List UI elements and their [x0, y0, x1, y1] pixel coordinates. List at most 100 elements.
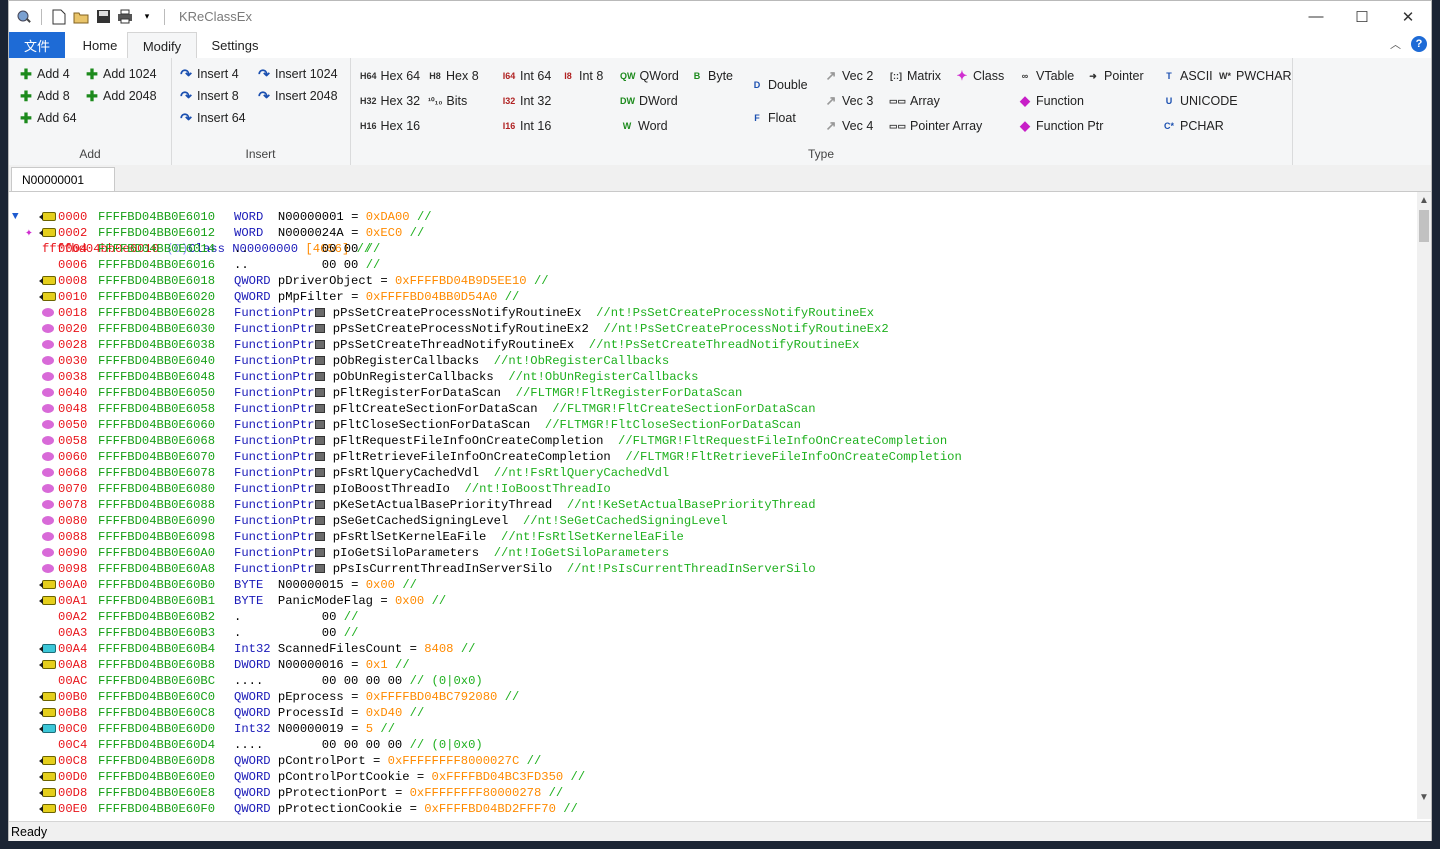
node-name[interactable]: pEprocess — [278, 690, 344, 704]
add-4-button[interactable]: ✚ Add 4 — [19, 64, 70, 84]
node-name[interactable]: pFltRetrieveFileInfoOnCreateCompletion — [333, 450, 611, 464]
insert-64-button[interactable]: ↷ Insert 64 — [179, 108, 246, 128]
pwchar-button[interactable]: W* PWCHAR — [1218, 66, 1292, 86]
node-value[interactable]: 0x1 — [366, 658, 388, 672]
node-name[interactable]: pPsSetCreateProcessNotifyRoutineEx — [333, 306, 582, 320]
new-file-icon[interactable] — [50, 8, 68, 26]
node-comment[interactable]: // — [527, 754, 542, 768]
node-name[interactable]: pObUnRegisterCallbacks — [333, 370, 494, 384]
code-preview-icon[interactable] — [315, 468, 326, 477]
node-comment[interactable]: // — [549, 786, 564, 800]
pointer-array-button[interactable]: ▭▭ Pointer Array — [889, 116, 982, 136]
int-16-button[interactable]: I16 Int 16 — [502, 116, 552, 136]
node-name[interactable]: pPsSetCreateProcessNotifyRoutineEx2 — [333, 322, 589, 336]
node-comment[interactable]: //FLTMGR!FltRetrieveFileInfoOnCreateComp… — [625, 450, 961, 464]
node-value[interactable]: 0xFFFFBD04BC792080 — [366, 690, 498, 704]
node-name[interactable]: 00 00 — [278, 242, 359, 256]
node-name[interactable]: pProtectionPort — [278, 786, 388, 800]
hex-8-button[interactable]: H8 Hex 8 — [428, 66, 478, 86]
word-button[interactable]: W Word — [620, 116, 668, 136]
hex-16-button[interactable]: H16 Hex 16 — [360, 116, 420, 136]
node-name[interactable]: pIoBoostThreadIo — [333, 482, 450, 496]
node-comment[interactable]: //FLTMGR!FltRegisterForDataScan — [516, 386, 743, 400]
pchar-button[interactable]: C* PCHAR — [1162, 116, 1224, 136]
double-button[interactable]: D Double — [750, 75, 808, 95]
add-1024-button[interactable]: ✚ Add 1024 — [85, 64, 156, 84]
node-comment[interactable]: // — [534, 274, 549, 288]
node-name[interactable]: pPsSetCreateThreadNotifyRoutineEx — [333, 338, 574, 352]
node-comment[interactable]: //nt!IoBoostThreadIo — [464, 482, 610, 496]
scroll-up-icon[interactable]: ▲ — [1417, 194, 1431, 208]
byte-button[interactable]: B Byte — [690, 66, 733, 86]
node-name[interactable]: N00000016 — [278, 658, 344, 672]
node-value[interactable]: 8408 — [424, 642, 453, 656]
hex-64-button[interactable]: H64 Hex 64 — [360, 66, 420, 86]
node-value[interactable]: 0xD40 — [366, 706, 403, 720]
tab-file[interactable]: 文件 — [9, 32, 65, 58]
code-preview-icon[interactable] — [315, 500, 326, 509]
node-name[interactable]: PanicModeFlag — [278, 594, 373, 608]
node-comment[interactable]: // — [380, 722, 395, 736]
function-button[interactable]: ◆ Function — [1018, 91, 1084, 111]
node-comment[interactable]: //FLTMGR!FltCloseSectionForDataScan — [545, 418, 801, 432]
node-comment[interactable]: // — [563, 802, 578, 816]
int-64-button[interactable]: I64 Int 64 — [502, 66, 552, 86]
node-comment[interactable]: // — [417, 210, 432, 224]
insert-4-button[interactable]: ↷ Insert 4 — [179, 64, 239, 84]
node-value[interactable]: 0xFFFFBD04B9D5EE10 — [395, 274, 527, 288]
code-preview-icon[interactable] — [315, 404, 326, 413]
node-comment[interactable]: //nt!FsRtlSetKernelEaFile — [501, 530, 684, 544]
bits-button[interactable]: ¹⁰₁₀ Bits — [428, 91, 467, 111]
node-name[interactable]: N00000019 — [278, 722, 344, 736]
node-name[interactable]: pFsRtlQueryCachedVdl — [333, 466, 479, 480]
node-name[interactable]: pFsRtlSetKernelEaFile — [333, 530, 487, 544]
code-preview-icon[interactable] — [315, 436, 326, 445]
node-name[interactable]: pProtectionCookie — [278, 802, 402, 816]
help-icon[interactable]: ? — [1411, 36, 1427, 52]
node-comment[interactable]: // (0|0x0) — [410, 738, 483, 752]
node-name[interactable]: N00000015 — [278, 578, 344, 592]
add-64-button[interactable]: ✚ Add 64 — [19, 108, 77, 128]
minimize-button[interactable]: — — [1293, 1, 1339, 32]
node-value[interactable]: 5 — [366, 722, 373, 736]
print-icon[interactable] — [116, 8, 134, 26]
qword-button[interactable]: QW QWord — [620, 66, 679, 86]
node-comment[interactable]: //nt!KeSetActualBasePriorityThread — [567, 498, 816, 512]
scroll-down-icon[interactable]: ▼ — [1417, 791, 1431, 805]
code-preview-icon[interactable] — [315, 452, 326, 461]
code-preview-icon[interactable] — [315, 484, 326, 493]
node-value[interactable]: 0x00 — [366, 578, 395, 592]
node-comment[interactable]: //FLTMGR!FltRequestFileInfoOnCreateCompl… — [618, 434, 947, 448]
customize-qat-icon[interactable]: ▾ — [138, 8, 156, 26]
float-button[interactable]: F Float — [750, 108, 796, 128]
vertical-scrollbar[interactable]: ▲ ▼ — [1417, 192, 1431, 819]
node-name[interactable]: 00 00 — [278, 258, 359, 272]
save-icon[interactable] — [94, 8, 112, 26]
add-2048-button[interactable]: ✚ Add 2048 — [85, 86, 156, 106]
code-preview-icon[interactable] — [315, 420, 326, 429]
node-value[interactable]: 0xFFFFFFFF80000278 — [410, 786, 542, 800]
node-name[interactable]: pFltCloseSectionForDataScan — [333, 418, 530, 432]
class-view[interactable]: ▼ ✦ ffffbd04bb0e6010 (0)Class N00000000 … — [9, 192, 1418, 819]
node-comment[interactable]: // — [410, 706, 425, 720]
code-preview-icon[interactable] — [315, 324, 326, 333]
close-button[interactable]: ✕ — [1385, 1, 1431, 32]
node-comment[interactable]: // — [366, 242, 381, 256]
code-preview-icon[interactable] — [315, 372, 326, 381]
node-comment[interactable]: // — [461, 642, 476, 656]
node-name[interactable]: pFltRegisterForDataScan — [333, 386, 501, 400]
node-comment[interactable]: //FLTMGR!FltCreateSectionForDataScan — [552, 402, 815, 416]
node-value[interactable]: 0xFFFFBD04BC3FD350 — [432, 770, 564, 784]
scroll-thumb[interactable] — [1419, 210, 1429, 242]
node-name[interactable]: 00 — [278, 626, 337, 640]
node-name[interactable]: pPsIsCurrentThreadInServerSilo — [333, 562, 552, 576]
node-comment[interactable]: //nt!SeGetCachedSigningLevel — [523, 514, 728, 528]
open-folder-icon[interactable] — [72, 8, 90, 26]
function-ptr-button[interactable]: ◆ Function Ptr — [1018, 116, 1103, 136]
code-preview-icon[interactable] — [315, 356, 326, 365]
add-8-button[interactable]: ✚ Add 8 — [19, 86, 70, 106]
node-value[interactable]: 0x00 — [395, 594, 424, 608]
node-name[interactable]: 00 — [278, 610, 337, 624]
node-name[interactable]: pControlPort — [278, 754, 366, 768]
vec-3-button[interactable]: ↗ Vec 3 — [824, 91, 874, 111]
